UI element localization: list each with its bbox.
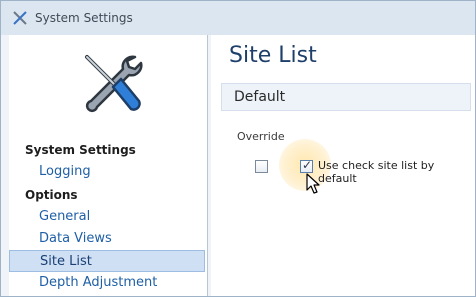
screwdriver-wrench-icon bbox=[85, 55, 143, 113]
nav-header-options: Options bbox=[25, 188, 78, 202]
sidebar-item-site-list[interactable]: Site List bbox=[9, 250, 205, 272]
mouse-cursor-icon bbox=[306, 173, 320, 194]
sidebar-item-depth-adjustment[interactable]: Depth Adjustment bbox=[9, 272, 205, 294]
sidebar-item-data-views[interactable]: Data Views bbox=[9, 228, 205, 250]
section-header: Default bbox=[221, 83, 471, 111]
use-check-site-list-label[interactable]: Use check site list by default bbox=[318, 159, 475, 185]
sidebar: System Settings Logging Options General … bbox=[9, 35, 208, 296]
sidebar-item-logging[interactable]: Logging bbox=[9, 161, 205, 183]
section-title: Default bbox=[234, 89, 286, 105]
system-settings-window: System Settings System Settings Logging … bbox=[0, 0, 476, 297]
use-check-site-list-checkbox[interactable]: ✓ bbox=[300, 158, 313, 173]
checkmark-icon: ✓ bbox=[302, 158, 313, 172]
title-bar[interactable]: System Settings bbox=[1, 1, 475, 35]
sidebar-item-general[interactable]: General bbox=[9, 206, 205, 228]
nav-header-system-settings: System Settings bbox=[25, 143, 136, 157]
page-title: Site List bbox=[229, 43, 317, 68]
main-content: Site List Default Override ✓ Use check s… bbox=[211, 35, 475, 296]
tools-icon bbox=[13, 11, 27, 25]
override-label: Override bbox=[237, 130, 285, 143]
override-checkbox[interactable] bbox=[255, 160, 268, 173]
window-title: System Settings bbox=[35, 11, 133, 25]
